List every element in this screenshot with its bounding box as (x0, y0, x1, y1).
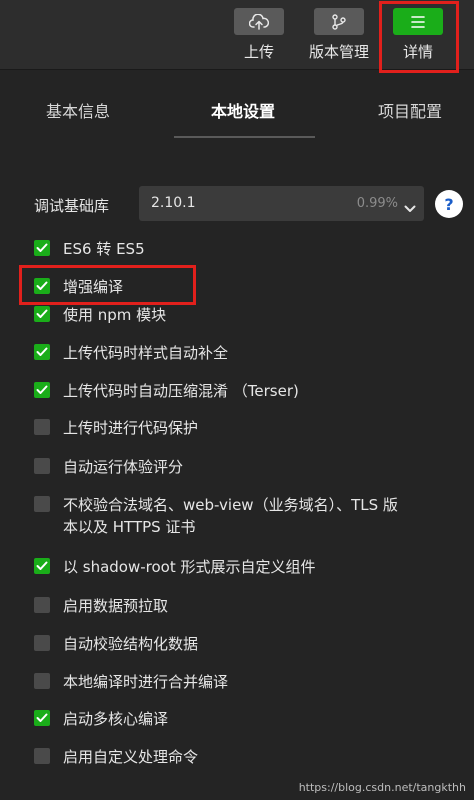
highlight-box-detail (379, 1, 459, 73)
option-label: 以 shadow-root 形式展示自定义组件 (63, 558, 316, 576)
lib-usage-percent: 0.99% (356, 196, 398, 211)
option-label: 启动多核心编译 (63, 710, 169, 728)
option-label: 使用 npm 模块 (63, 306, 167, 324)
checkbox-checked[interactable] (34, 710, 50, 726)
checkbox-checked[interactable] (34, 558, 50, 574)
checkbox-unchecked[interactable] (34, 496, 50, 512)
checkmark-icon (36, 385, 48, 394)
option-row[interactable]: 上传代码时样式自动补全 (34, 342, 228, 364)
checkbox-checked[interactable] (34, 382, 50, 398)
debug-lib-label: 调试基础库 (34, 197, 110, 215)
option-row[interactable]: 自动运行体验评分 (34, 456, 183, 478)
debug-lib-row: 调试基础库 2.10.1 0.99% ? (0, 186, 474, 222)
tab-local-settings[interactable]: 本地设置 (211, 98, 275, 122)
option-row[interactable]: 启动多核心编译 (34, 708, 168, 730)
settings-tabs: 基本信息 本地设置 项目配置 (0, 82, 474, 138)
lib-version-value: 2.10.1 (151, 195, 196, 211)
checkbox-checked[interactable] (34, 240, 50, 256)
option-row[interactable]: ES6 转 ES5 (34, 238, 145, 260)
option-label-line: 不校验合法域名、web-view（业务域名）、TLS 版 (63, 496, 398, 514)
chevron-down-icon (404, 198, 416, 217)
option-label: 启用数据预拉取 (63, 597, 169, 615)
option-row[interactable]: 上传时进行代码保护 (34, 417, 198, 439)
option-label: 上传代码时自动压缩混淆 （Terser) (63, 382, 299, 400)
version-manage-label: 版本管理 (308, 43, 369, 61)
branch-icon (314, 8, 364, 35)
checkmark-icon (36, 243, 48, 252)
version-manage-button[interactable]: 版本管理 (308, 8, 370, 64)
highlight-box-enhanced-compile (19, 265, 196, 305)
checkbox-unchecked[interactable] (34, 635, 50, 651)
tab-project-config[interactable]: 项目配置 (378, 98, 442, 122)
watermark-text: https://blog.csdn.net/tangkthh (298, 781, 466, 794)
option-label: 本地编译时进行合并编译 (63, 673, 229, 691)
checkbox-unchecked[interactable] (34, 673, 50, 689)
option-label-line: 本以及 HTTPS 证书 (63, 518, 196, 536)
option-row[interactable]: 启用自定义处理命令 (34, 746, 198, 768)
option-row[interactable]: 启用数据预拉取 (34, 595, 168, 617)
checkmark-icon (36, 713, 48, 722)
debug-lib-select[interactable]: 2.10.1 0.99% (139, 186, 424, 221)
option-row[interactable]: 自动校验结构化数据 (34, 633, 198, 655)
help-glyph: ? (444, 194, 454, 214)
checkbox-unchecked[interactable] (34, 458, 50, 474)
checkmark-icon (36, 561, 48, 570)
option-row[interactable]: 使用 npm 模块 (34, 304, 166, 326)
checkbox-checked[interactable] (34, 344, 50, 360)
option-label: 自动运行体验评分 (63, 458, 184, 476)
option-row[interactable]: 本地编译时进行合并编译 (34, 671, 228, 693)
checkmark-icon (36, 347, 48, 356)
cloud-upload-icon (234, 8, 284, 35)
option-label: 上传时进行代码保护 (63, 419, 199, 437)
checkbox-checked[interactable] (34, 306, 50, 322)
option-row[interactable]: 不校验合法域名、web-view（业务域名）、TLS 版本以及 HTTPS 证书 (34, 494, 398, 538)
checkmark-icon (36, 309, 48, 318)
upload-label: 上传 (243, 43, 274, 61)
option-row[interactable]: 上传代码时自动压缩混淆 （Terser) (34, 380, 299, 402)
option-label: 不校验合法域名、web-view（业务域名）、TLS 版本以及 HTTPS 证书 (63, 494, 398, 538)
option-label: 上传代码时样式自动补全 (63, 344, 229, 362)
active-tab-indicator (174, 136, 315, 138)
checkbox-unchecked[interactable] (34, 597, 50, 613)
upload-button[interactable]: 上传 (229, 8, 289, 64)
option-label: ES6 转 ES5 (63, 240, 145, 258)
checkbox-unchecked[interactable] (34, 748, 50, 764)
option-label: 自动校验结构化数据 (63, 635, 199, 653)
option-label: 启用自定义处理命令 (63, 748, 199, 766)
checkbox-unchecked[interactable] (34, 419, 50, 435)
help-icon[interactable]: ? (435, 190, 463, 218)
option-row[interactable]: 以 shadow-root 形式展示自定义组件 (34, 556, 316, 578)
tab-basic-info[interactable]: 基本信息 (46, 98, 110, 122)
